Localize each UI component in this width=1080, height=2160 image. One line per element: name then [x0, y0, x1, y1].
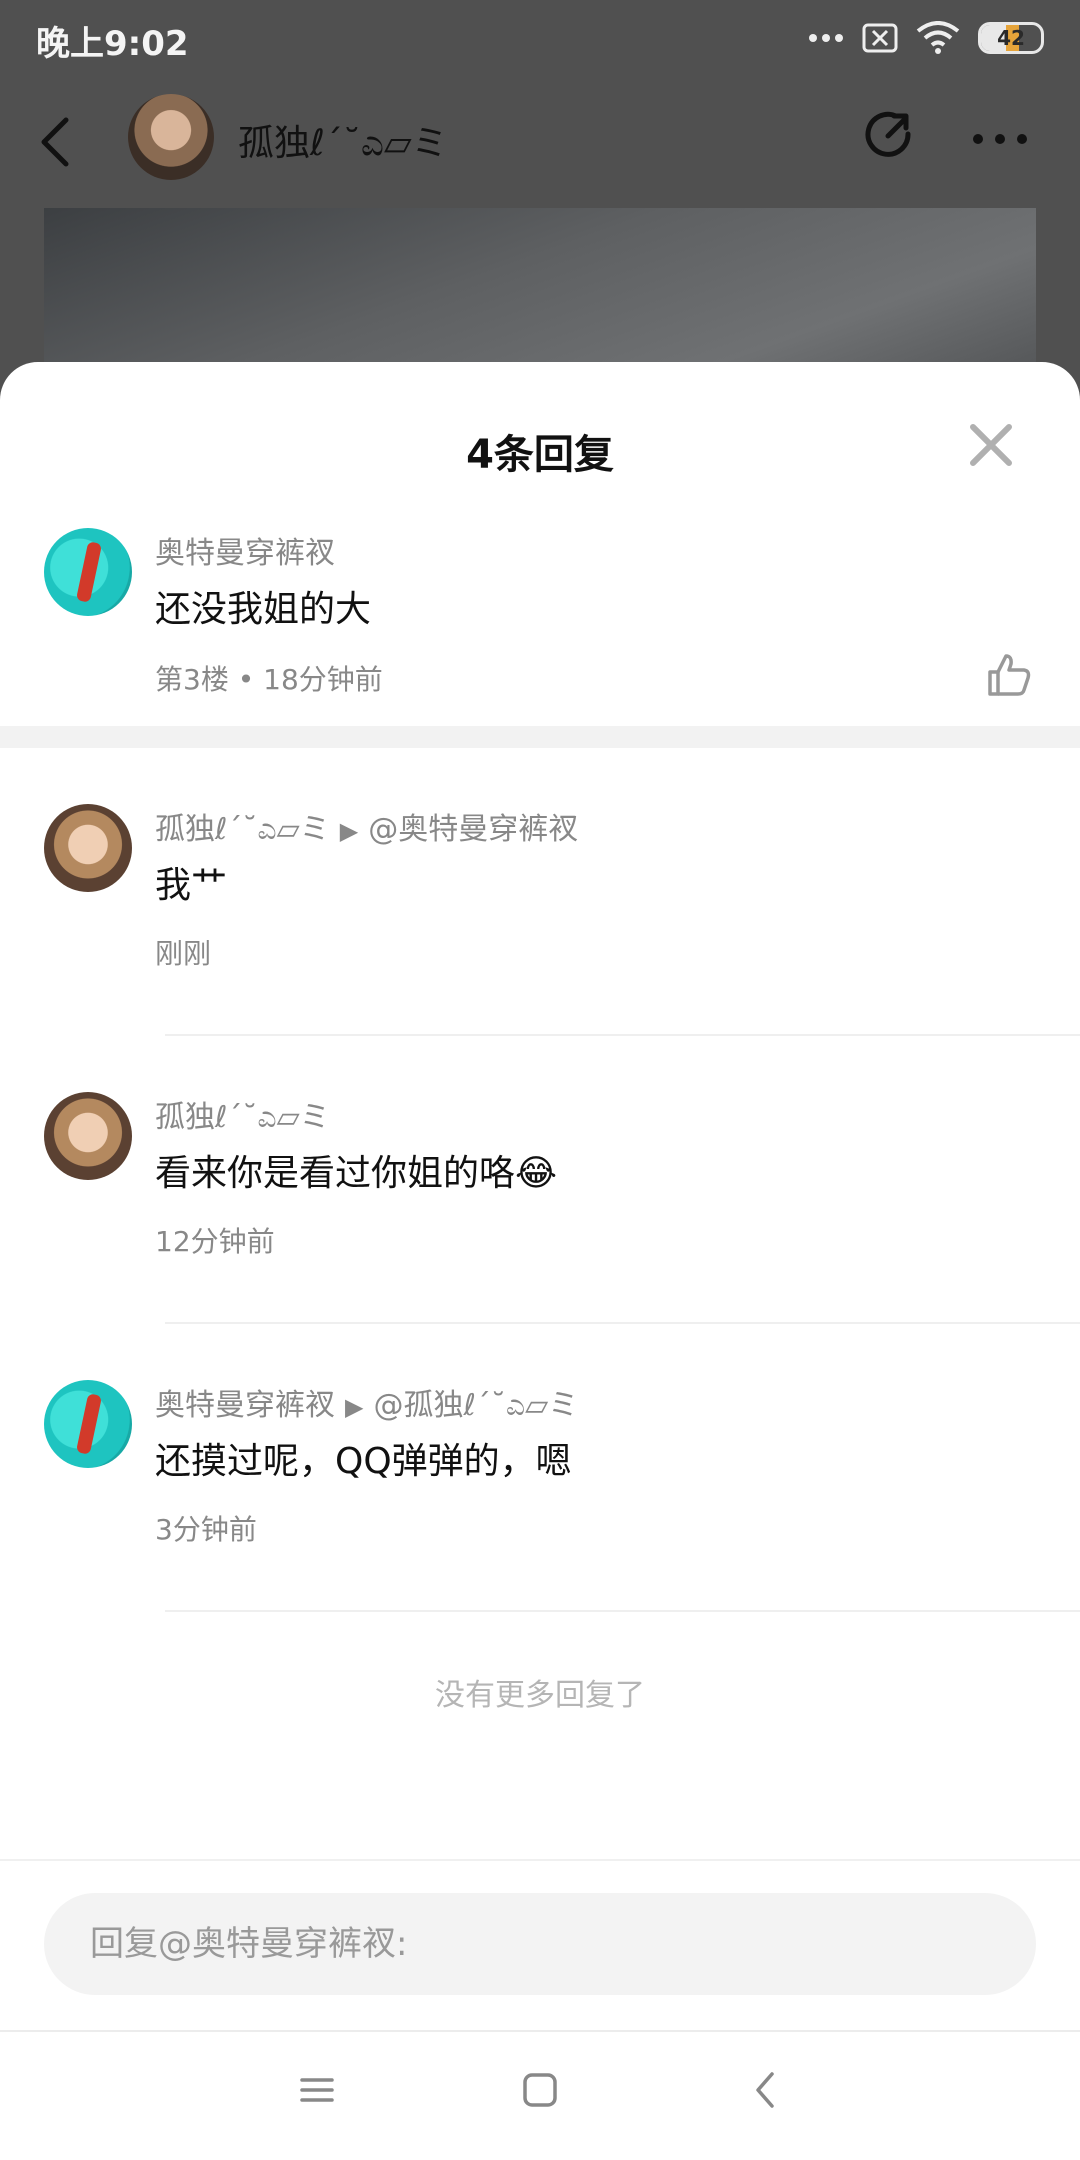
list-item[interactable]: 孤独ℓ΄˘ಎ▱ミ 看来你是看过你姐的咯😂 12分钟前: [0, 1036, 1080, 1324]
avatar[interactable]: [44, 804, 132, 892]
battery-icon: 42: [978, 22, 1044, 54]
more-dots-icon[interactable]: [972, 130, 1028, 149]
back-icon[interactable]: [752, 2070, 780, 2114]
reply-author[interactable]: 孤独ℓ΄˘ಎ▱ミ: [155, 812, 330, 847]
replies-sheet: 4条回复 奥特曼穿裤衩 还没我姐的大 第3楼 • 18分钟前 孤独ℓ΄˘ಎ▱ミ ▶…: [0, 362, 1080, 2032]
avatar[interactable]: [44, 1380, 132, 1468]
reply-author[interactable]: 奥特曼穿裤衩: [155, 1388, 335, 1423]
divider: [165, 1610, 1080, 1612]
comment-meta: 第3楼 • 18分钟前: [155, 663, 383, 696]
list-item[interactable]: 孤独ℓ΄˘ಎ▱ミ ▶ @奥特曼穿裤衩 我艹 刚刚: [0, 748, 1080, 1036]
reply-input-area: [0, 1859, 1080, 2031]
back-arrow-icon[interactable]: [40, 116, 70, 172]
post-header: 孤独ℓ΄˘ಎ▱ミ: [0, 88, 1080, 198]
author-avatar[interactable]: [128, 94, 214, 180]
reply-author-line: 奥特曼穿裤衩 ▶ @孤独ℓ΄˘ಎ▱ミ: [155, 1380, 578, 1424]
avatar[interactable]: [44, 528, 132, 616]
reply-time: 12分钟前: [155, 1225, 275, 1258]
avatar[interactable]: [44, 1092, 132, 1180]
reply-author[interactable]: 孤独ℓ΄˘ಎ▱ミ: [155, 1100, 330, 1135]
reply-author-line: 孤独ℓ΄˘ಎ▱ミ ▶ @奥特曼穿裤衩: [155, 804, 578, 848]
status-time: 晚上9:02: [36, 24, 189, 64]
main-comment[interactable]: 奥特曼穿裤衩 还没我姐的大 第3楼 • 18分钟前: [0, 362, 1080, 724]
reply-time: 3分钟前: [155, 1513, 257, 1546]
thumbs-up-icon[interactable]: [986, 652, 1032, 702]
comment-text: 还没我姐的大: [155, 589, 372, 630]
reply-text: 看来你是看过你姐的咯😂: [155, 1153, 558, 1194]
reply-to[interactable]: @奥特曼穿裤衩: [368, 812, 578, 847]
comment-author[interactable]: 奥特曼穿裤衩: [155, 528, 335, 572]
background-post-page: 晚上9:02 42 孤独ℓ΄˘ಎ▱ミ: [0, 0, 1080, 420]
reply-to[interactable]: @孤独ℓ΄˘ಎ▱ミ: [373, 1388, 578, 1423]
status-bar: 晚上9:02 42: [0, 0, 1080, 80]
no-more-replies: 没有更多回复了: [435, 1678, 645, 1713]
reply-text: 还摸过呢，QQ弹弹的，嗯: [155, 1441, 572, 1482]
share-icon[interactable]: [862, 106, 918, 166]
reply-input[interactable]: [44, 1893, 1036, 1995]
reply-author-line: 孤独ℓ΄˘ಎ▱ミ: [155, 1092, 330, 1136]
reply-arrow-icon: ▶: [345, 1393, 364, 1421]
sim-off-icon: [862, 23, 898, 53]
author-name[interactable]: 孤独ℓ΄˘ಎ▱ミ: [238, 114, 448, 166]
reply-text: 我艹: [155, 865, 228, 906]
list-item[interactable]: 奥特曼穿裤衩 ▶ @孤独ℓ΄˘ಎ▱ミ 还摸过呢，QQ弹弹的，嗯 3分钟前: [0, 1324, 1080, 1612]
status-icons: 42: [808, 18, 1044, 58]
menu-icon[interactable]: [298, 2070, 336, 2114]
system-nav-bar: [0, 2030, 1080, 2160]
reply-arrow-icon: ▶: [339, 817, 359, 845]
wifi-icon: [916, 21, 960, 55]
reply-time: 刚刚: [155, 937, 212, 970]
more-dots-icon: [808, 33, 844, 43]
battery-level: 42: [997, 26, 1025, 50]
home-icon[interactable]: [520, 2070, 560, 2114]
section-divider: [0, 726, 1080, 748]
